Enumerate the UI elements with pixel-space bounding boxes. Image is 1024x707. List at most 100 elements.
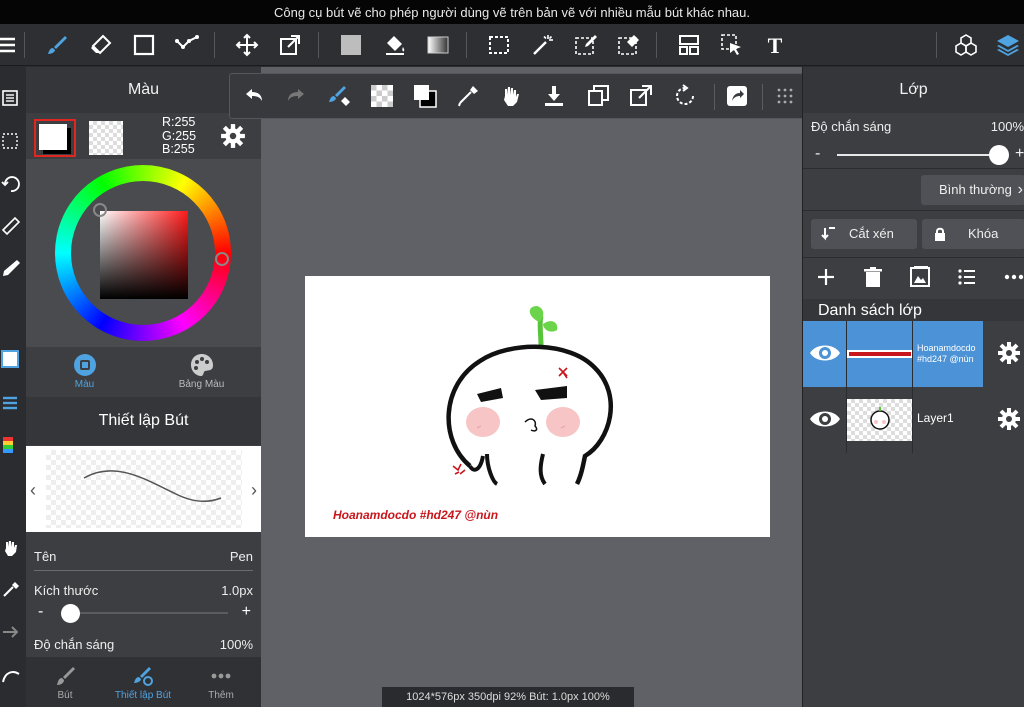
- transparent-color-swatch[interactable]: [89, 121, 123, 155]
- brush-settings-tab-icon: [134, 667, 153, 686]
- color-tab-icon: [73, 354, 96, 376]
- lock-icon: [935, 227, 945, 241]
- main-toolbar: T: [0, 24, 1024, 66]
- menu-icon[interactable]: [0, 30, 20, 60]
- select-eraser-icon[interactable]: [614, 30, 644, 60]
- palette-strip-icon[interactable]: [0, 433, 22, 459]
- panel-icon[interactable]: [674, 30, 704, 60]
- tab-more[interactable]: Thêm: [182, 657, 260, 707]
- menu-list-icon[interactable]: [0, 85, 22, 111]
- lock-button[interactable]: Khóa: [922, 219, 1024, 249]
- layer-opacity-slider[interactable]: - +: [803, 143, 1024, 167]
- tab-brush[interactable]: Bút: [26, 657, 104, 707]
- layer-visible-eye-icon[interactable]: [809, 341, 841, 365]
- curve-icon[interactable]: [0, 663, 22, 689]
- next-brush-chevron-icon[interactable]: ›: [251, 480, 257, 501]
- fill-square-icon[interactable]: [336, 30, 366, 60]
- color-wheel-area: [26, 159, 261, 347]
- color-swatches: R:255 G:255 B:255: [26, 113, 261, 159]
- share-icon[interactable]: [723, 82, 751, 110]
- layer-row[interactable]: Layer1: [803, 387, 1024, 453]
- text-icon[interactable]: T: [760, 30, 790, 60]
- layer-name: Hoanamdocdo #hd247 @nùn: [917, 343, 976, 364]
- eyedropper-tool-icon[interactable]: [454, 82, 482, 110]
- pencil-icon[interactable]: [0, 255, 22, 281]
- eyedropper-icon[interactable]: [0, 577, 22, 603]
- layer-more-icon[interactable]: [1002, 265, 1024, 289]
- download-layer-icon[interactable]: [540, 82, 568, 110]
- hand-tool-icon[interactable]: [0, 535, 22, 561]
- arrow-right-icon[interactable]: [0, 619, 22, 645]
- main-color-swatch[interactable]: [34, 119, 76, 157]
- select-pen-icon[interactable]: [571, 30, 601, 60]
- toolbar-grip-icon[interactable]: [771, 82, 799, 110]
- hue-picker-knob[interactable]: [215, 252, 229, 266]
- prev-brush-chevron-icon[interactable]: ‹: [30, 480, 36, 501]
- color-swatch-icon[interactable]: [0, 347, 22, 373]
- brush-size-slider[interactable]: - +: [26, 601, 261, 625]
- gradient-icon[interactable]: [423, 30, 453, 60]
- clip-button[interactable]: Cắt xén: [811, 219, 917, 249]
- saturation-value-square[interactable]: [100, 211, 188, 299]
- copy-layer-icon[interactable]: [584, 82, 612, 110]
- move-icon[interactable]: [232, 30, 262, 60]
- layer-list-title: Danh sách lớp: [803, 299, 1024, 323]
- transform-icon[interactable]: [275, 30, 305, 60]
- brush-name-row[interactable]: Tên Pen: [34, 541, 253, 571]
- sv-picker-knob[interactable]: [93, 203, 107, 217]
- layer-thumbnail: [847, 399, 913, 441]
- drawing-artwork: [446, 306, 613, 486]
- tab-color[interactable]: Màu: [26, 347, 143, 397]
- redo-icon[interactable]: [282, 82, 310, 110]
- rotate-icon[interactable]: [0, 171, 22, 197]
- dot-line-icon[interactable]: [172, 30, 202, 60]
- tab-brush-settings[interactable]: Thiết lập Bút: [104, 657, 182, 707]
- ruler-icon[interactable]: [0, 213, 22, 239]
- layer-settings-gear-icon[interactable]: [997, 407, 1021, 431]
- transform-tool-icon[interactable]: [627, 82, 655, 110]
- brush-size-knob[interactable]: [61, 604, 81, 623]
- undo-icon[interactable]: [240, 82, 268, 110]
- blend-mode-button[interactable]: Bình thường ›: [921, 175, 1024, 205]
- tab-palette[interactable]: Bảng Màu: [143, 347, 260, 397]
- layer-settings-gear-icon[interactable]: [997, 341, 1021, 365]
- grid-select-icon[interactable]: [0, 129, 22, 155]
- select-layer-icon[interactable]: [717, 30, 747, 60]
- drawing-canvas[interactable]: Hoanamdocdo #hd247 @nùn: [305, 276, 770, 537]
- select-rect-icon[interactable]: [484, 30, 514, 60]
- palette-icon: [190, 354, 213, 376]
- layer-opacity-knob[interactable]: [989, 145, 1009, 165]
- more-dots-icon: [211, 673, 231, 679]
- layer-list-icon[interactable]: [0, 390, 22, 416]
- swap-colors-icon[interactable]: [411, 82, 439, 110]
- layer-opacity-label: Độ chắn sáng: [811, 119, 892, 134]
- canvas-area[interactable]: Hoanamdocdo #hd247 @nùn 1024*576px 350dp…: [261, 67, 802, 707]
- bucket-icon[interactable]: [380, 30, 410, 60]
- layer-properties-icon[interactable]: [955, 265, 979, 289]
- layer-visible-eye-icon[interactable]: [809, 407, 841, 431]
- rectangle-icon[interactable]: [129, 30, 159, 60]
- brush-opacity-row: Độ chắn sáng 100%: [34, 637, 253, 652]
- layer-image-icon[interactable]: [908, 265, 932, 289]
- svg-text:T: T: [768, 33, 783, 57]
- transparent-color-icon[interactable]: [368, 82, 396, 110]
- layer-thumbnail: [847, 333, 913, 375]
- material-icon[interactable]: [951, 30, 981, 60]
- magic-wand-icon[interactable]: [528, 30, 558, 60]
- layer-row-selected[interactable]: Hoanamdocdo #hd247 @nùn: [803, 321, 1024, 387]
- brush-eraser-toggle-icon[interactable]: [326, 82, 354, 110]
- layer-actions: [803, 263, 1024, 293]
- color-settings-gear-icon[interactable]: [220, 123, 246, 149]
- add-layer-icon[interactable]: [814, 265, 838, 289]
- eraser-icon[interactable]: [86, 30, 116, 60]
- delete-layer-icon[interactable]: [861, 265, 885, 289]
- brush-icon[interactable]: [42, 30, 72, 60]
- left-tool-strip: [0, 67, 26, 707]
- left-panel: Màu R:255 G:255 B:255 Màu Bảng Màu Thiết…: [26, 67, 261, 707]
- clip-arrow-icon: [821, 227, 835, 241]
- hand-icon[interactable]: [497, 82, 525, 110]
- tooltip-bar: Công cụ bút vẽ cho phép người dùng vẽ tr…: [0, 0, 1024, 24]
- rotate-canvas-icon[interactable]: [671, 82, 699, 110]
- layers-icon[interactable]: [993, 30, 1023, 60]
- color-tabs: Màu Bảng Màu: [26, 347, 261, 397]
